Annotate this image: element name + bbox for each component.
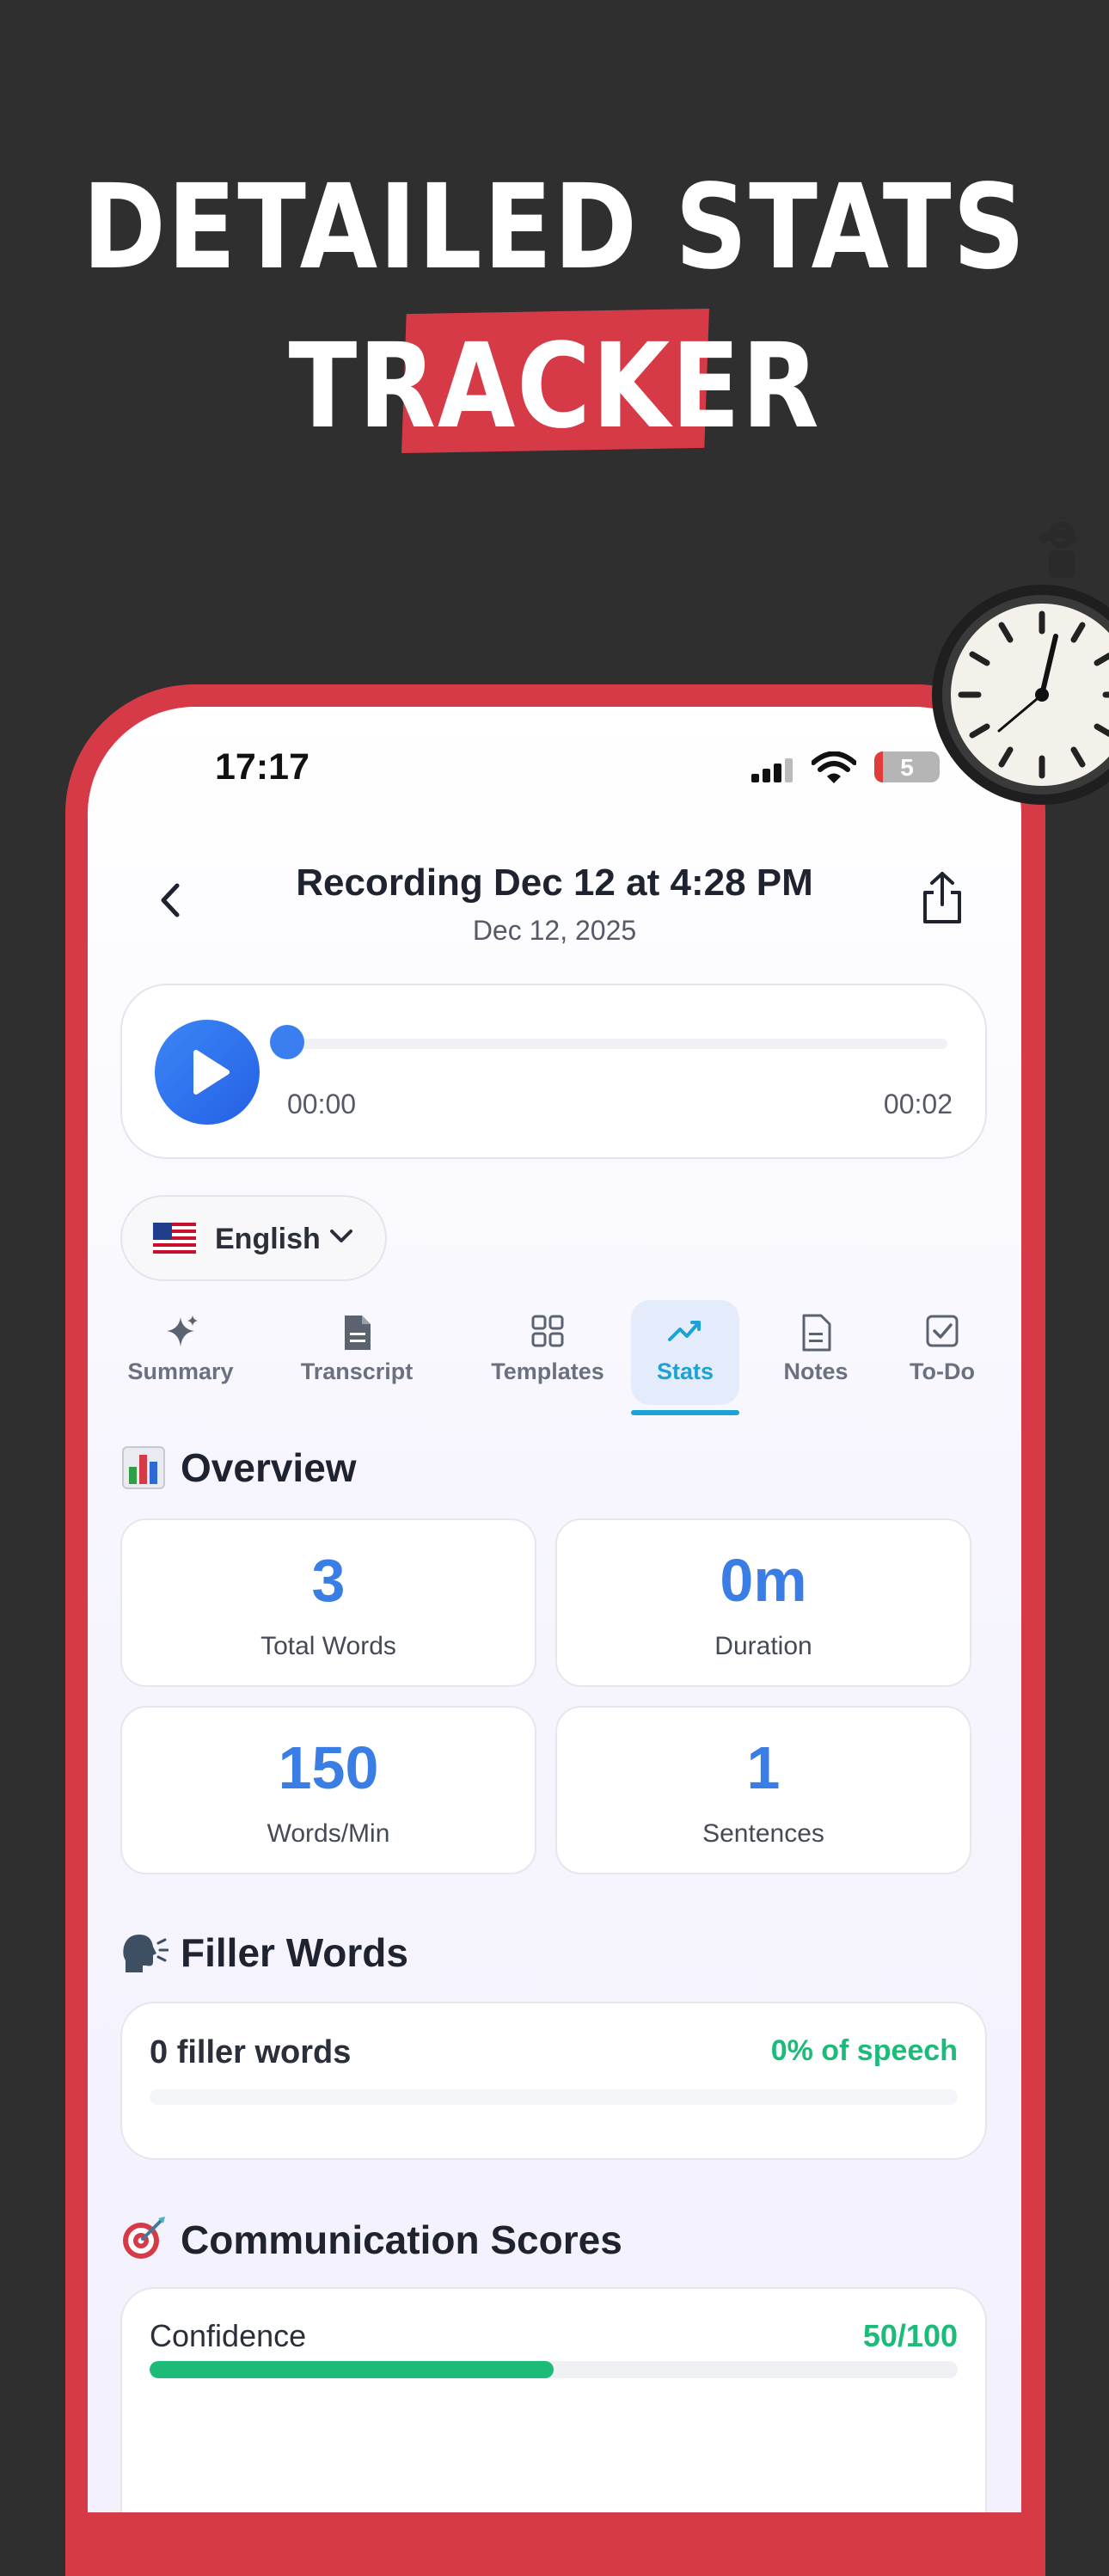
checkbox-icon — [926, 1315, 959, 1347]
total-time: 00:02 — [883, 1089, 953, 1119]
tab-label: Summary — [127, 1359, 234, 1384]
tab-label: To-Do — [910, 1359, 975, 1384]
nav-header: Recording Dec 12 at 4:28 PM Dec 12, 2025 — [88, 844, 1021, 948]
audio-player: 00:00 00:02 — [120, 984, 987, 1159]
communication-scores-title: Communication Scores — [181, 2217, 622, 2262]
tab-label: Stats — [656, 1359, 714, 1384]
tab-label: Transcript — [300, 1359, 414, 1384]
cellular-signal-icon — [751, 758, 793, 782]
phone-screen: 17:17 5 Recording Dec 12 at 4:28 PM Dec … — [88, 707, 1021, 2512]
stat-card-duration: 0m Duration — [555, 1518, 971, 1687]
play-button[interactable] — [155, 1020, 260, 1125]
speaking-head-icon — [123, 1935, 168, 1972]
tab-summary[interactable]: Summary — [127, 1300, 234, 1405]
stat-value: 150 — [278, 1734, 379, 1801]
status-bar: 17:17 5 — [88, 707, 1021, 827]
tab-notes[interactable]: Notes — [769, 1300, 863, 1405]
communication-scores-card: Confidence 50/100 — [120, 2287, 987, 2512]
stat-label: Sentences — [702, 1819, 824, 1848]
progress-track[interactable] — [285, 1039, 947, 1049]
confidence-progress-fill — [150, 2361, 554, 2378]
score-value: 50/100 — [862, 2318, 958, 2353]
filler-percent: 0% of speech — [770, 2034, 958, 2067]
tab-stats[interactable]: Stats — [631, 1300, 739, 1405]
grid-icon — [531, 1315, 564, 1347]
filler-words-title: Filler Words — [181, 1930, 408, 1975]
trend-icon — [668, 1321, 701, 1341]
headline-line-2: TRACKER — [288, 319, 821, 455]
tab-templates[interactable]: Templates — [475, 1300, 621, 1405]
tab-bar: Summary Transcript Templates Stats Notes… — [88, 1300, 1021, 1412]
overview-title: Overview — [181, 1445, 357, 1490]
current-time: 00:00 — [287, 1089, 357, 1119]
share-icon[interactable] — [918, 870, 966, 925]
filler-words-card: 0 filler words 0% of speech — [120, 2002, 987, 2160]
stat-card-words-per-min: 150 Words/Min — [120, 1706, 536, 1874]
recording-date: Dec 12, 2025 — [472, 915, 637, 946]
stat-value: 3 — [311, 1547, 346, 1614]
stat-value: 0m — [720, 1547, 807, 1614]
wifi-icon — [812, 751, 856, 783]
us-flag-icon — [153, 1223, 196, 1254]
tab-label: Templates — [491, 1359, 604, 1384]
language-label: English — [215, 1223, 321, 1255]
tab-label: Notes — [783, 1359, 849, 1384]
recording-title: Recording Dec 12 at 4:28 PM — [296, 862, 813, 904]
tab-todo[interactable]: To-Do — [885, 1300, 999, 1405]
stopwatch-icon — [932, 521, 1109, 805]
active-tab-indicator — [631, 1410, 739, 1415]
filler-progress-bar — [150, 2089, 958, 2105]
tab-transcript[interactable]: Transcript — [292, 1300, 421, 1405]
chevron-down-icon — [330, 1230, 352, 1242]
stat-card-sentences: 1 Sentences — [555, 1706, 971, 1874]
stat-label: Total Words — [260, 1632, 396, 1660]
progress-knob[interactable] — [270, 1025, 304, 1059]
sparkles-icon — [167, 1316, 198, 1346]
stat-value: 1 — [746, 1734, 781, 1801]
headline-line-1: DETAILED STATS — [82, 160, 1027, 296]
note-icon — [802, 1314, 831, 1352]
status-time: 17:17 — [215, 746, 309, 788]
target-icon — [123, 2217, 165, 2259]
bar-chart-icon — [122, 1446, 165, 1489]
confidence-progress-bar — [150, 2361, 958, 2378]
stat-card-total-words: 3 Total Words — [120, 1518, 536, 1687]
document-icon — [345, 1316, 371, 1350]
play-icon — [193, 1050, 230, 1095]
stat-label: Duration — [714, 1632, 812, 1660]
language-selector[interactable]: English — [120, 1195, 387, 1281]
filler-count: 0 filler words — [150, 2034, 352, 2070]
stat-label: Words/Min — [267, 1819, 390, 1848]
score-label: Confidence — [150, 2318, 307, 2353]
